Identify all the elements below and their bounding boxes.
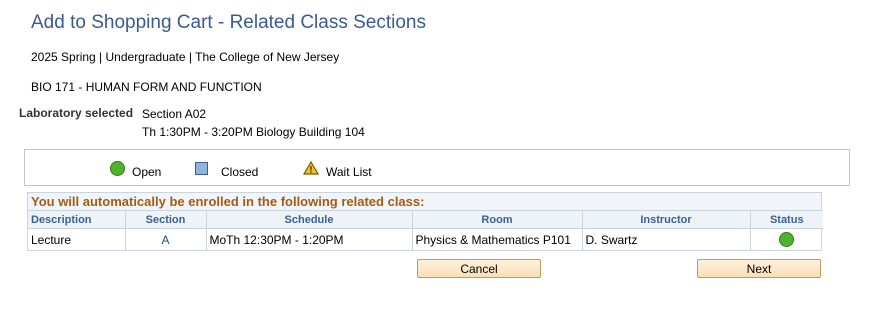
row-room: Physics & Mathematics P101 [412, 228, 583, 250]
closed-square-icon [195, 161, 208, 175]
laboratory-selected-label: Laboratory selected [19, 106, 134, 120]
cancel-button[interactable]: Cancel [417, 259, 541, 278]
legend-wait-list: Wait List [303, 160, 372, 179]
course-title: BIO 171 - HUMAN FORM AND FUNCTION [31, 80, 262, 94]
laboratory-time-location: Th 1:30PM - 3:20PM Biology Building 104 [142, 125, 365, 139]
related-class-table: Description Section Schedule Room Instru… [28, 211, 823, 250]
legend-wait-list-label: Wait List [326, 165, 372, 179]
column-header-status[interactable]: Status [750, 211, 823, 229]
row-status [750, 229, 823, 251]
table-header-row: Description Section Schedule Room Instru… [28, 211, 823, 229]
legend-open: Open [110, 160, 162, 179]
page-title: Add to Shopping Cart - Related Class Sec… [31, 12, 426, 33]
laboratory-section: Section A02 [142, 107, 207, 121]
legend-open-label: Open [132, 165, 162, 179]
related-class-grid: You will automatically be enrolled in th… [27, 192, 823, 251]
row-section: A [125, 228, 207, 250]
row-instructor: D. Swartz [582, 228, 751, 250]
wait-list-triangle-icon [303, 161, 319, 175]
next-button[interactable]: Next [697, 259, 821, 278]
column-header-schedule[interactable]: Schedule [206, 211, 413, 229]
column-header-section[interactable]: Section [125, 211, 207, 229]
section-link[interactable]: A [161, 233, 169, 247]
row-schedule: MoTh 12:30PM - 1:20PM [206, 228, 413, 250]
related-class-title: You will automatically be enrolled in th… [28, 193, 821, 211]
open-circle-icon [779, 232, 795, 247]
row-description: Lecture [28, 228, 126, 250]
legend-closed: Closed [195, 160, 259, 179]
legend-closed-label: Closed [221, 165, 259, 179]
open-circle-icon [110, 160, 125, 176]
table-row: Lecture A MoTh 12:30PM - 1:20PM Physics … [28, 228, 823, 251]
column-header-room[interactable]: Room [412, 211, 583, 229]
status-legend: Open Closed Wait List [24, 149, 850, 186]
term-info: 2025 Spring | Undergraduate | The Colleg… [31, 50, 340, 64]
column-header-instructor[interactable]: Instructor [582, 211, 751, 229]
column-header-description[interactable]: Description [28, 211, 126, 229]
